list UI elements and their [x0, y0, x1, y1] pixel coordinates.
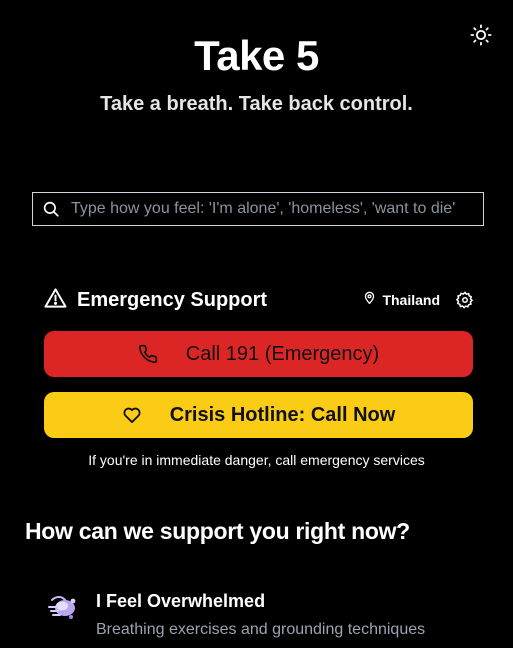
wind-icon	[46, 592, 80, 622]
heart-icon	[122, 405, 142, 425]
search-icon	[33, 200, 69, 218]
crisis-hotline-label: Crisis Hotline: Call Now	[169, 403, 396, 426]
emergency-support-title: Emergency Support	[77, 288, 268, 311]
call-emergency-button[interactable]: Call 191 (Emergency)	[44, 331, 473, 377]
support-heading: How can we support you right now?	[25, 518, 410, 544]
map-pin-icon	[363, 291, 376, 310]
emergency-support-header: Emergency Support Thailand	[44, 286, 474, 314]
call-emergency-label: Call 191 (Emergency)	[185, 342, 380, 365]
page-subtitle: Take a breath. Take back control.	[100, 93, 413, 115]
crisis-hotline-button[interactable]: Crisis Hotline: Call Now	[44, 392, 473, 438]
page-title: Take 5	[194, 32, 319, 79]
support-option-title: I Feel Overwhelmed	[96, 591, 266, 611]
search-box[interactable]	[32, 192, 484, 226]
location-label: Thailand	[382, 292, 440, 308]
support-option-overwhelmed[interactable]: I Feel Overwhelmed Breathing exercises a…	[44, 588, 484, 648]
settings-gear-icon[interactable]	[456, 291, 474, 309]
phone-icon	[138, 344, 158, 364]
feeling-search-input[interactable]	[69, 200, 483, 218]
support-option-description: Breathing exercises and grounding techni…	[96, 621, 426, 638]
danger-note: If you're in immediate danger, call emer…	[88, 452, 425, 468]
warning-triangle-icon	[44, 287, 67, 314]
